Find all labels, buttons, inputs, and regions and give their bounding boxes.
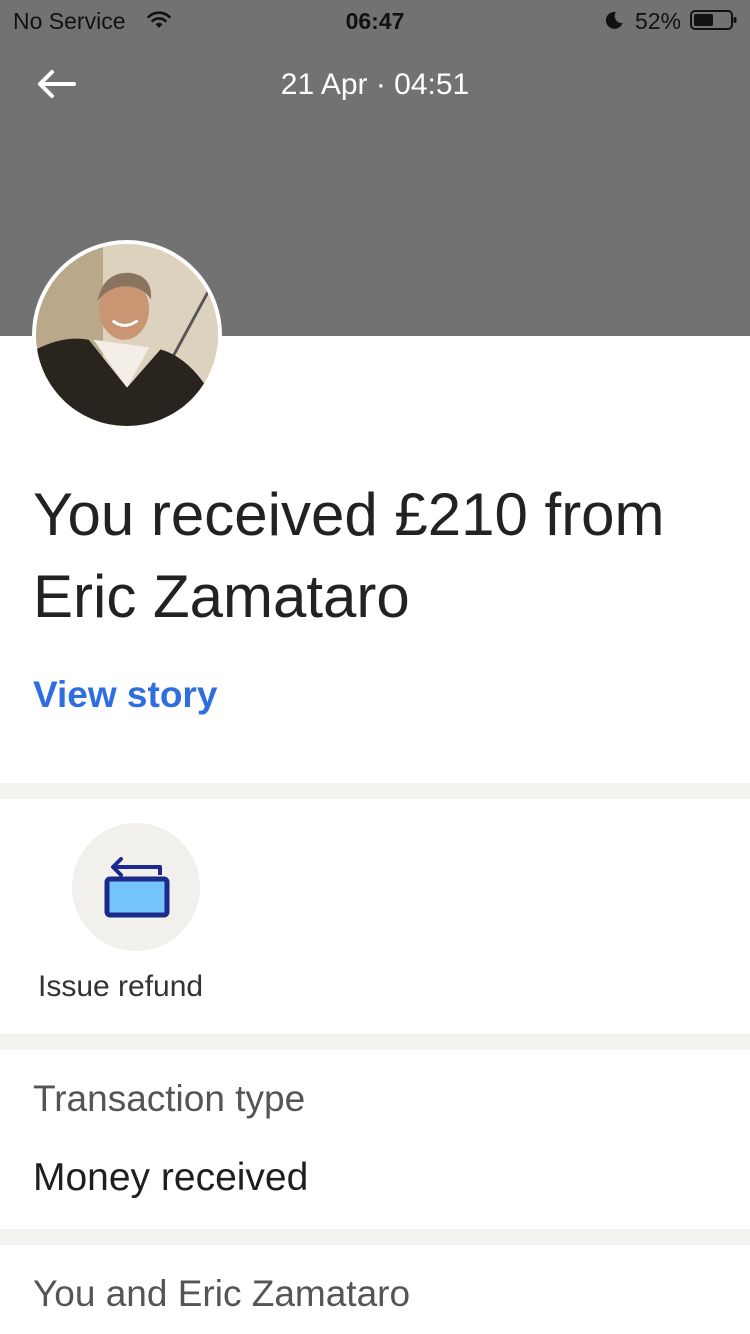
transaction-date-time: 21 Apr · 04:51	[280, 68, 470, 101]
section-divider	[0, 1229, 750, 1245]
moon-icon	[605, 11, 623, 29]
section-divider	[0, 783, 750, 799]
transaction-type-label: Transaction type	[33, 1078, 306, 1119]
issue-refund-label[interactable]: Issue refund	[38, 970, 203, 1004]
transaction-type-value: Money received	[33, 1156, 309, 1199]
issue-refund-button[interactable]	[72, 823, 200, 951]
transaction-headline: You received £210 from Eric Zamataro	[33, 481, 665, 630]
view-story-link[interactable]: View story	[33, 674, 217, 716]
battery-icon	[690, 10, 737, 30]
status-bar: No Service 06:47 52%	[0, 0, 750, 40]
section-divider	[0, 1034, 750, 1050]
relationship-section-title: You and Eric Zamataro	[33, 1273, 411, 1314]
avatar-photo	[36, 244, 218, 426]
refund-icon	[104, 857, 170, 918]
battery-percentage: 52%	[635, 8, 682, 34]
avatar[interactable]	[32, 240, 222, 430]
